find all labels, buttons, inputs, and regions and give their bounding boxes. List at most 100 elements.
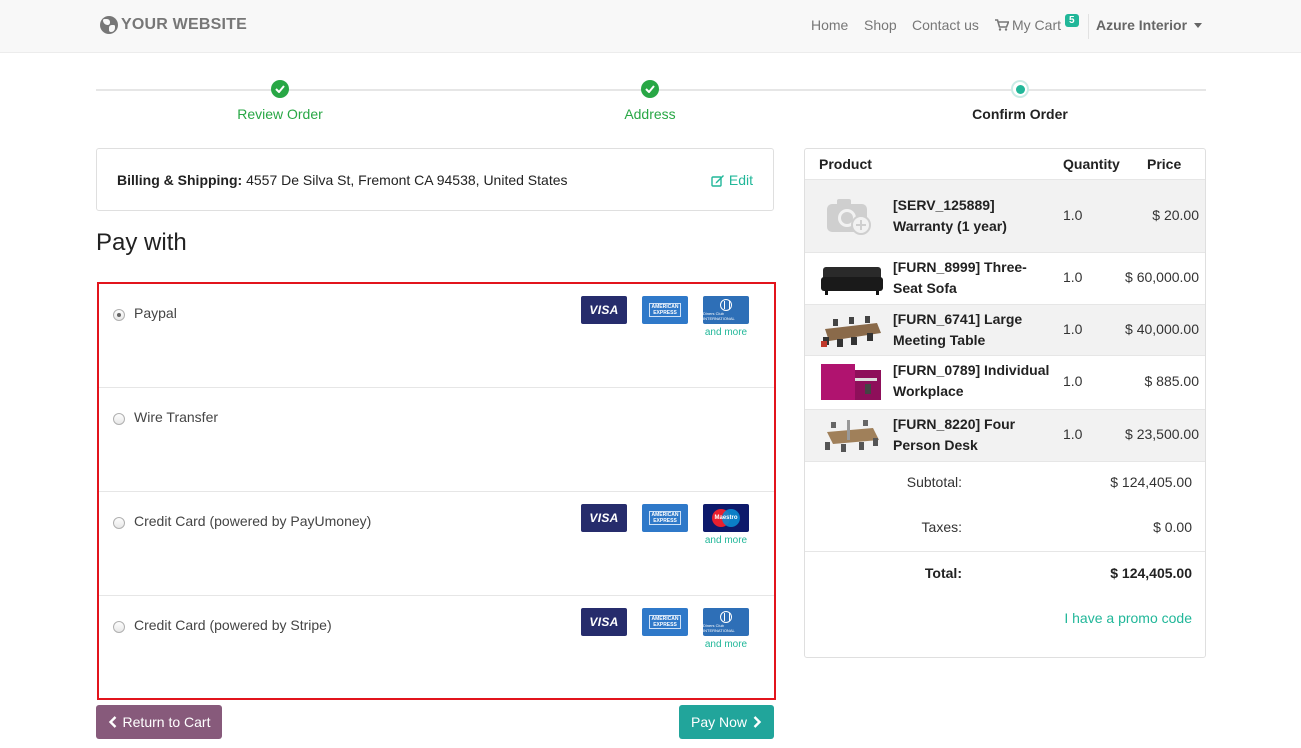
edit-address-link[interactable]: Edit xyxy=(711,172,753,188)
product-name: [FURN_8220] Four Person Desk xyxy=(893,416,1016,453)
order-line: [FURN_6741] Large Meeting Table 1.0 $ 40… xyxy=(805,304,1205,355)
payment-method-label: Wire Transfer xyxy=(134,409,219,425)
check-circle-icon xyxy=(271,80,289,98)
shopping-cart-icon xyxy=(995,19,1009,31)
pay-now-button[interactable]: Pay Now xyxy=(679,705,774,739)
order-line: [FURN_8999] Three-Seat Sofa 1.0 $ 60,000… xyxy=(805,252,1205,304)
payment-method-label: Paypal xyxy=(134,305,177,321)
wizard-step-label: Confirm Order xyxy=(972,106,1068,122)
edit-address-label: Edit xyxy=(728,172,753,188)
column-header-quantity: Quantity xyxy=(1063,156,1120,172)
chevron-left-icon xyxy=(108,716,116,728)
column-header-product: Product xyxy=(819,156,872,172)
nav-my-cart-label: My Cart xyxy=(1012,17,1061,33)
order-line: [FURN_0789] Individual Workplace 1.0 $ 8… xyxy=(805,355,1205,409)
user-name: Azure Interior xyxy=(1096,17,1188,33)
card-icons: VISA AMERICAN EXPRESS Diners Club INTERN… xyxy=(581,296,749,338)
nav-my-cart[interactable]: My Cart 5 xyxy=(995,13,1079,33)
product-name: [FURN_0789] Individual Workplace xyxy=(893,362,1050,399)
product-price: $ 40,000.00 xyxy=(1125,321,1199,337)
order-summary-header: Product Quantity Price xyxy=(805,149,1205,179)
product-name: [SERV_125889] Warranty (1 year) xyxy=(893,197,1007,234)
diners-club-card-icon: Diners Club INTERNATIONAL xyxy=(703,296,749,324)
card-icons: VISA AMERICAN EXPRESS Diners Club INTERN… xyxy=(581,608,749,650)
billing-shipping-label: Billing & Shipping: xyxy=(117,172,243,188)
billing-shipping-address: Billing & Shipping: 4557 De Silva St, Fr… xyxy=(117,172,568,188)
user-menu-dropdown[interactable]: Azure Interior xyxy=(1096,17,1203,33)
subtotal-value: $ 124,405.00 xyxy=(1110,474,1192,490)
product-price: $ 885.00 xyxy=(1144,373,1200,389)
product-name: [FURN_8999] Three-Seat Sofa xyxy=(893,259,1027,296)
subtotal-label: Subtotal: xyxy=(906,474,962,490)
order-line: [SERV_125889] Warranty (1 year) 1.0 $ 20… xyxy=(805,179,1205,252)
product-price: $ 20.00 xyxy=(1152,207,1199,223)
edit-icon xyxy=(711,174,724,187)
product-image-placeholder-icon xyxy=(827,199,871,235)
payment-method-paypal[interactable]: Paypal VISA AMERICAN EXPRESS Diners Club… xyxy=(99,284,774,388)
items-divider xyxy=(805,461,1205,462)
column-header-price: Price xyxy=(1147,156,1182,172)
card-icons: VISA AMERICAN EXPRESS Maestro and more xyxy=(581,504,749,546)
wizard-step-label: Address xyxy=(624,106,676,122)
and-more-link[interactable]: and more xyxy=(705,639,747,650)
payment-method-label: Credit Card (powered by PayUmoney) xyxy=(134,513,372,529)
payumoney-radio[interactable] xyxy=(113,517,125,529)
nav-home[interactable]: Home xyxy=(811,17,848,33)
wire-transfer-radio[interactable] xyxy=(113,413,125,425)
payment-method-wire-transfer[interactable]: Wire Transfer xyxy=(99,388,774,492)
visa-card-icon: VISA xyxy=(581,608,627,636)
cart-count-badge: 5 xyxy=(1065,13,1079,27)
chevron-right-icon xyxy=(753,716,762,728)
product-quantity: 1.0 xyxy=(1063,321,1083,337)
nav-divider xyxy=(1088,14,1089,39)
diners-club-card-icon: Diners Club INTERNATIONAL xyxy=(703,608,749,636)
nav-contact-us[interactable]: Contact us xyxy=(912,17,979,33)
amex-card-icon: AMERICAN EXPRESS xyxy=(642,504,688,532)
billing-shipping-value: 4557 De Silva St, Fremont CA 94538, Unit… xyxy=(246,172,568,188)
taxes-value: $ 0.00 xyxy=(1153,519,1192,535)
pay-with-heading: Pay with xyxy=(96,229,187,256)
payment-method-stripe[interactable]: Credit Card (powered by Stripe) VISA AME… xyxy=(99,596,774,696)
globe-icon xyxy=(100,16,118,34)
wizard-step-confirm-order: Confirm Order xyxy=(920,80,1120,122)
nav-shop[interactable]: Shop xyxy=(864,17,897,33)
visa-card-icon: VISA xyxy=(581,296,627,324)
total-divider xyxy=(805,551,1205,552)
product-quantity: 1.0 xyxy=(1063,207,1083,223)
payment-methods-list: Paypal VISA AMERICAN EXPRESS Diners Club… xyxy=(97,282,776,700)
brand-name: YOUR WEBSITE xyxy=(121,16,247,33)
sofa-product-image xyxy=(821,267,883,295)
paypal-radio[interactable] xyxy=(113,309,125,321)
and-more-link[interactable]: and more xyxy=(705,327,747,338)
wizard-step-label: Review Order xyxy=(237,106,323,122)
order-line: [FURN_8220] Four Person Desk 1.0 $ 23,50… xyxy=(805,409,1205,461)
promo-code-link[interactable]: I have a promo code xyxy=(1064,610,1192,626)
visa-card-icon: VISA xyxy=(581,504,627,532)
four-person-desk-product-image xyxy=(825,420,879,452)
product-quantity: 1.0 xyxy=(1063,373,1083,389)
order-summary: Product Quantity Price [SERV_125889] War… xyxy=(804,148,1206,658)
billing-shipping-box: Billing & Shipping: 4557 De Silva St, Fr… xyxy=(96,148,774,211)
stripe-radio[interactable] xyxy=(113,621,125,633)
taxes-label: Taxes: xyxy=(921,519,962,535)
amex-card-icon: AMERICAN EXPRESS xyxy=(642,296,688,324)
check-circle-icon xyxy=(641,80,659,98)
wizard-step-review-order[interactable]: Review Order xyxy=(180,80,380,122)
caret-down-icon xyxy=(1194,22,1203,28)
return-to-cart-label: Return to Cart xyxy=(122,714,211,730)
product-price: $ 23,500.00 xyxy=(1125,426,1199,442)
amex-card-icon: AMERICAN EXPRESS xyxy=(642,608,688,636)
payment-method-payumoney[interactable]: Credit Card (powered by PayUmoney) VISA … xyxy=(99,492,774,596)
return-to-cart-button[interactable]: Return to Cart xyxy=(96,705,222,739)
payment-method-label: Credit Card (powered by Stripe) xyxy=(134,617,332,633)
wizard-step-address[interactable]: Address xyxy=(550,80,750,122)
maestro-card-icon: Maestro xyxy=(703,504,749,532)
and-more-link[interactable]: and more xyxy=(705,535,747,546)
brand-logo[interactable]: YOUR WEBSITE xyxy=(100,16,247,34)
product-quantity: 1.0 xyxy=(1063,426,1083,442)
product-price: $ 60,000.00 xyxy=(1125,269,1199,285)
total-label: Total: xyxy=(924,565,962,581)
current-step-dot-icon xyxy=(1011,80,1029,98)
pay-now-label: Pay Now xyxy=(690,714,748,730)
individual-workplace-product-image xyxy=(821,364,881,400)
